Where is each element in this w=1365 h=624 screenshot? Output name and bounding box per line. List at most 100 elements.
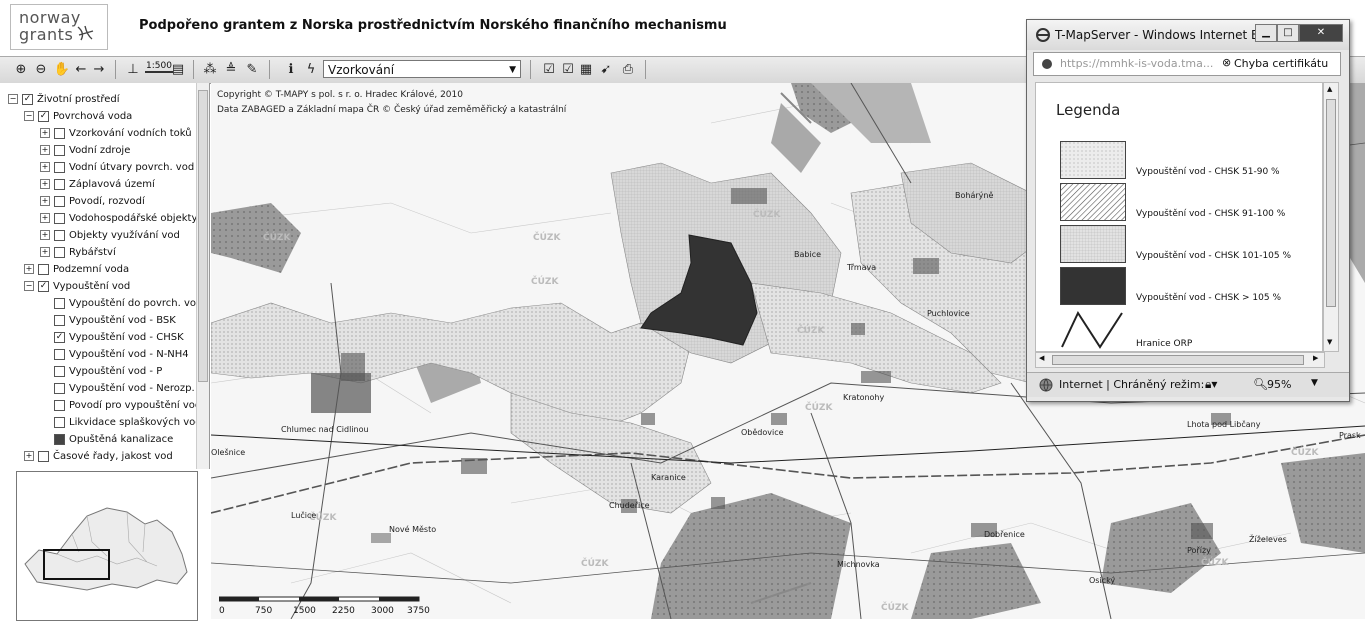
layer-checkbox[interactable] <box>54 348 65 360</box>
popup-titlebar[interactable]: T-MapServer - Windows Internet E... ▁ □ … <box>1027 20 1349 50</box>
print-setup-icon[interactable]: ≜ <box>223 61 239 77</box>
expand-icon[interactable]: + <box>24 451 34 461</box>
layer-checkbox[interactable] <box>38 450 49 462</box>
overview-map[interactable] <box>16 471 198 621</box>
certificate-error-label[interactable]: Chyba certifikátu <box>1234 57 1328 70</box>
cuzk-watermark: ČÚZK <box>805 403 833 413</box>
expand-icon[interactable]: + <box>40 128 50 138</box>
horizontal-scroll-thumb[interactable] <box>1052 355 1304 365</box>
layer-checkbox[interactable] <box>54 416 65 428</box>
tree-item[interactable]: Vypouštění vod - BSK <box>40 312 176 328</box>
tree-item[interactable]: + Časové řady, jakost vod <box>24 448 173 464</box>
layer-checkbox[interactable] <box>54 246 65 258</box>
layer-checkbox[interactable]: ✓ <box>22 93 33 105</box>
pencil-icon[interactable]: ✎ <box>244 61 260 77</box>
expand-icon[interactable]: + <box>24 264 34 274</box>
layer-checkbox[interactable]: ✓ <box>38 110 49 122</box>
scroll-up-icon[interactable]: ▲ <box>1327 85 1332 93</box>
tree-item[interactable]: + Podzemní voda <box>24 261 129 277</box>
measure-icon[interactable]: ⊥ <box>125 61 141 77</box>
forward-icon[interactable]: → <box>91 61 107 77</box>
minimize-button[interactable]: ▁ <box>1255 24 1277 42</box>
tree-item[interactable]: − ✓ Vypouštění vod <box>24 278 130 294</box>
tree-item[interactable]: + Povodí, rozvodí <box>40 193 145 209</box>
print-icon[interactable]: ⎙ <box>620 61 636 77</box>
tree-item[interactable]: Vypouštění vod - P <box>40 363 162 379</box>
expand-icon[interactable]: + <box>40 247 50 257</box>
lock-icon[interactable]: 🔒︎▾ <box>1205 377 1217 392</box>
chevron-down-icon[interactable]: ▼ <box>1311 378 1318 388</box>
layer-checkbox[interactable] <box>54 127 65 139</box>
close-button[interactable]: ✕ <box>1299 24 1343 42</box>
pointer-icon[interactable]: ➹ <box>598 61 614 77</box>
expand-icon[interactable]: + <box>40 196 50 206</box>
copyright-line2: Data ZABAGED a Základní mapa ČR © Český … <box>217 105 567 115</box>
norway-grants-logo[interactable]: norway grants <box>10 4 108 50</box>
expand-icon[interactable]: + <box>40 145 50 155</box>
tree-item[interactable]: + Záplavová území <box>40 176 155 192</box>
layer-checkbox[interactable] <box>54 365 65 377</box>
overview-region-shape <box>24 507 188 591</box>
checklist-icon[interactable]: ☑ <box>541 61 557 77</box>
layer-checkbox[interactable] <box>54 144 65 156</box>
address-bar[interactable]: https://mmhk-is-voda.tma... ⊗ Chyba cert… <box>1033 52 1341 76</box>
layer-checkbox[interactable] <box>54 433 65 445</box>
layer-checkbox[interactable] <box>54 297 65 309</box>
layer-checkbox[interactable] <box>54 399 65 411</box>
tree-item[interactable]: + Vodní zdroje <box>40 142 130 158</box>
tree-item[interactable]: − ✓ Životní prostředí <box>8 91 120 107</box>
expand-icon[interactable]: + <box>40 213 50 223</box>
tree-item[interactable]: Likvidace splaškových vod <box>40 414 202 430</box>
layers-icon[interactable]: ▤ <box>170 61 186 77</box>
checkbox-icon[interactable]: ☑ <box>560 61 576 77</box>
info-icon[interactable]: ℹ <box>283 61 299 77</box>
zoom-in-icon[interactable]: ⊕ <box>13 61 29 77</box>
expand-icon[interactable]: + <box>40 230 50 240</box>
legend-vertical-scrollbar[interactable]: ▲ ▼ <box>1323 82 1339 352</box>
legend-horizontal-scrollbar[interactable]: ◀ ▶ <box>1035 352 1325 368</box>
tree-item[interactable]: Vypouštění vod - Nerozp. <box>40 380 195 396</box>
scroll-left-icon[interactable]: ◀ <box>1039 354 1044 362</box>
layer-checkbox[interactable]: ✓ <box>38 280 49 292</box>
scroll-down-icon[interactable]: ▼ <box>1327 338 1332 346</box>
layer-checkbox[interactable] <box>54 382 65 394</box>
zoom-level[interactable]: 95% <box>1267 378 1291 391</box>
layer-checkbox[interactable] <box>38 263 49 275</box>
tree-item[interactable]: Vypouštění vod - N-NH4 <box>40 346 189 362</box>
table-icon[interactable]: ▦ <box>578 61 594 77</box>
layer-checkbox[interactable] <box>54 161 65 173</box>
layer-checkbox[interactable] <box>54 212 65 224</box>
tree-item[interactable]: Povodí pro vypouštění vod <box>40 397 201 413</box>
back-icon[interactable]: ← <box>73 61 89 77</box>
tree-item[interactable]: + Rybářství <box>40 244 116 260</box>
layer-checkbox[interactable] <box>54 314 65 326</box>
tree-item[interactable]: ✓ Vypouštění vod - CHSK <box>40 329 184 345</box>
scroll-right-icon[interactable]: ▶ <box>1313 354 1318 362</box>
collapse-icon[interactable]: − <box>24 281 34 291</box>
scale-button[interactable]: 1:500 <box>145 61 173 73</box>
lightning-icon[interactable]: ϟ <box>303 61 319 77</box>
tree-scrollbar-thumb[interactable] <box>198 90 208 382</box>
layer-checkbox[interactable] <box>54 195 65 207</box>
expand-icon[interactable]: + <box>40 162 50 172</box>
layer-checkbox[interactable] <box>54 178 65 190</box>
tree-item[interactable]: + Vzorkování vodních toků <box>40 125 192 141</box>
vertical-scroll-thumb[interactable] <box>1326 99 1336 307</box>
tree-item[interactable]: Opuštěná kanalizace <box>40 431 173 447</box>
layer-checkbox[interactable] <box>54 229 65 241</box>
legend-popup-window[interactable]: T-MapServer - Windows Internet E... ▁ □ … <box>1026 19 1350 402</box>
pan-icon[interactable]: ✋ <box>54 61 70 77</box>
zoom-out-icon[interactable]: ⊖ <box>33 61 49 77</box>
tree-item[interactable]: + Vodní útvary povrch. vod <box>40 159 194 175</box>
collapse-icon[interactable]: − <box>8 94 18 104</box>
layer-select[interactable]: Vzorkování ▼ <box>323 60 521 78</box>
collapse-icon[interactable]: − <box>24 111 34 121</box>
tree-item[interactable]: Vypouštění do povrch. vod <box>40 295 202 311</box>
select-icon[interactable]: ⁂ <box>202 61 218 77</box>
tree-item[interactable]: − ✓ Povrchová voda <box>24 108 132 124</box>
maximize-button[interactable]: □ <box>1277 24 1299 42</box>
tree-item[interactable]: + Objekty využívání vod <box>40 227 180 243</box>
tree-item[interactable]: + Vodohospodářské objekty <box>40 210 197 226</box>
expand-icon[interactable]: + <box>40 179 50 189</box>
layer-checkbox[interactable]: ✓ <box>54 331 65 343</box>
